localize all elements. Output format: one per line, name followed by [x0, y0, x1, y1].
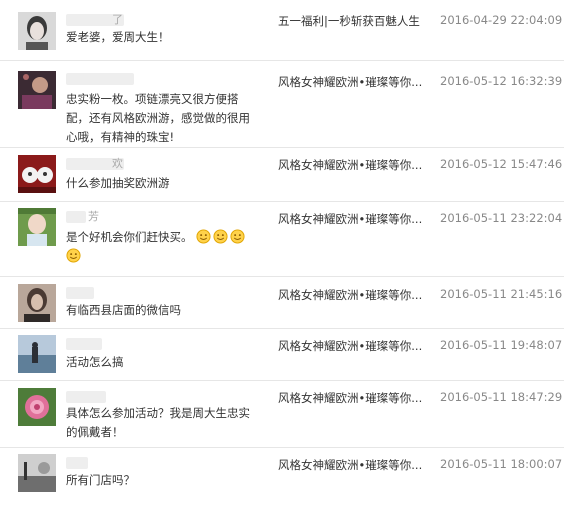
- comment-row: 有临西县店面的微信吗 风格女神耀欧洲•璀璨等你... 2016-05-11 21…: [0, 277, 564, 329]
- comment-text: 所有门店吗？: [66, 473, 135, 487]
- article-link[interactable]: 五一福利|一秒斩获百魅人生: [278, 13, 420, 29]
- article-link[interactable]: 风格女神耀欧洲•璀璨等你...: [278, 287, 422, 303]
- avatar[interactable]: [18, 335, 56, 373]
- comment-text: 忠实粉一枚。项链漂亮又很方便搭配，还有风格欧洲游，感觉做的很用心哦，有精神的珠宝…: [66, 92, 250, 144]
- comment-row: 活动怎么搞 风格女神耀欧洲•璀璨等你... 2016-05-11 19:48:0…: [0, 329, 564, 381]
- smiley-icon: [66, 248, 81, 263]
- comment-text-body: 是个好机会你们赶快买。: [66, 230, 193, 244]
- comment-row: 具体怎么参加活动？我是周大生忠实的佩戴者！ 风格女神耀欧洲•璀璨等你... 20…: [0, 381, 564, 448]
- username[interactable]: [66, 338, 102, 350]
- comment-text: 活动怎么搞: [66, 355, 124, 369]
- article-link[interactable]: 风格女神耀欧洲•璀璨等你...: [278, 390, 422, 406]
- smiley-icon: [230, 229, 245, 244]
- avatar[interactable]: [18, 388, 56, 426]
- comment-text: 是个好机会你们赶快买。: [66, 228, 256, 266]
- username[interactable]: [66, 391, 106, 403]
- avatar[interactable]: [18, 208, 56, 246]
- comment-row: 芳 是个好机会你们赶快买。 风格女神耀欧洲•璀璨等你... 2016-05-11…: [0, 202, 564, 277]
- timestamp: 2016-04-29 22:04:09: [440, 13, 563, 27]
- username[interactable]: 了: [66, 13, 124, 26]
- avatar[interactable]: [18, 12, 56, 50]
- timestamp: 2016-05-11 19:48:07: [440, 338, 563, 352]
- timestamp: 2016-05-11 21:45:16: [440, 287, 563, 301]
- comment-row: 欢 什么参加抽奖欧洲游 风格女神耀欧洲•璀璨等你... 2016-05-12 1…: [0, 148, 564, 202]
- comment-text: 什么参加抽奖欧洲游: [66, 176, 170, 190]
- username[interactable]: 芳: [66, 210, 99, 223]
- article-link[interactable]: 风格女神耀欧洲•璀璨等你...: [278, 157, 422, 173]
- avatar[interactable]: [18, 284, 56, 322]
- comment-row: 所有门店吗？ 风格女神耀欧洲•璀璨等你... 2016-05-11 18:00:…: [0, 448, 564, 507]
- article-link[interactable]: 风格女神耀欧洲•璀璨等你...: [278, 338, 422, 354]
- timestamp: 2016-05-11 18:00:07: [440, 457, 563, 471]
- comment-text: 具体怎么参加活动？我是周大生忠实的佩戴者！: [66, 406, 250, 439]
- comment-row: 忠实粉一枚。项链漂亮又很方便搭配，还有风格欧洲游，感觉做的很用心哦，有精神的珠宝…: [0, 61, 564, 148]
- comment-row: 了 爱老婆，爱周大生！ 五一福利|一秒斩获百魅人生 2016-04-29 22:…: [0, 0, 564, 61]
- article-link[interactable]: 风格女神耀欧洲•璀璨等你...: [278, 74, 422, 90]
- comment-text: 有临西县店面的微信吗: [66, 303, 181, 317]
- username[interactable]: [66, 73, 134, 85]
- avatar[interactable]: [18, 155, 56, 193]
- timestamp: 2016-05-12 16:32:39: [440, 74, 563, 88]
- avatar[interactable]: [18, 71, 56, 109]
- timestamp: 2016-05-11 18:47:29: [440, 390, 563, 404]
- article-link[interactable]: 风格女神耀欧洲•璀璨等你...: [278, 211, 422, 227]
- timestamp: 2016-05-12 15:47:46: [440, 157, 563, 171]
- article-link[interactable]: 风格女神耀欧洲•璀璨等你...: [278, 457, 422, 473]
- avatar[interactable]: [18, 454, 56, 492]
- smiley-icon: [213, 229, 228, 244]
- smiley-icon: [196, 229, 211, 244]
- timestamp: 2016-05-11 23:22:04: [440, 211, 563, 225]
- username[interactable]: [66, 457, 88, 469]
- username[interactable]: [66, 287, 94, 299]
- username[interactable]: 欢: [66, 157, 124, 170]
- comment-text: 爱老婆，爱周大生！: [66, 30, 170, 44]
